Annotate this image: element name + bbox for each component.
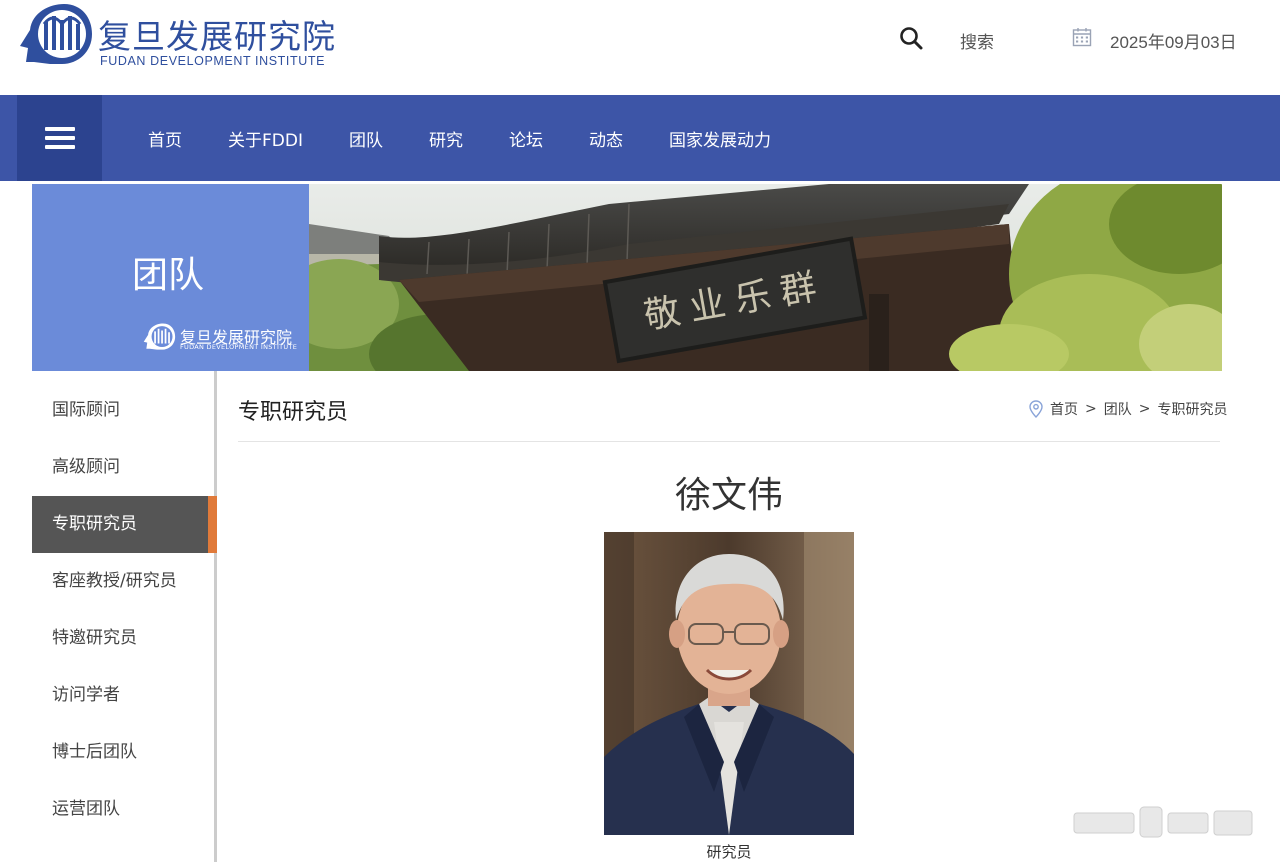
breadcrumb-separator: > — [1138, 401, 1151, 417]
hamburger-menu-icon — [44, 127, 75, 149]
sidebar-menu: 国际顾问 高级顾问 专职研究员 客座教授/研究员 特邀研究员 访问学者 博士后团… — [32, 382, 217, 838]
person-portrait — [604, 532, 854, 835]
person-name: 徐文伟 — [674, 475, 783, 516]
watermark-logo — [1073, 806, 1253, 838]
banner-title-panel: 团队 复旦发展研究院 FUDAN DEVELOPMENT INSTITUTE — [32, 184, 309, 371]
logo-chinese-name: 复旦发展研究院 — [98, 17, 336, 56]
breadcrumb-home[interactable]: 首页 — [1050, 399, 1078, 419]
breadcrumb-current: 专职研究员 — [1157, 402, 1228, 418]
logo-english-name: FUDAN DEVELOPMENT INSTITUTE — [100, 54, 326, 68]
photo-caption: 研究员 — [706, 843, 752, 861]
nav-item-team[interactable]: 团队 — [326, 126, 406, 151]
breadcrumb-separator: > — [1085, 401, 1097, 417]
sidebar-item-postdoc-team[interactable]: 博士后团队 — [32, 724, 216, 781]
banner-title: 团队 — [132, 255, 205, 296]
main-navigation: 首页 关于FDDI 团队 研究 论坛 动态 国家发展动力 — [0, 95, 1280, 181]
banner-gate-photo: 敬业乐群 — [309, 184, 1222, 371]
search-icon[interactable] — [898, 25, 924, 51]
nav-item-about[interactable]: 关于FDDI — [205, 126, 326, 151]
sidebar-item-operations-team[interactable]: 运营团队 — [32, 781, 216, 838]
site-logo[interactable]: 复旦发展研究院 FUDAN DEVELOPMENT INSTITUTE — [16, 2, 346, 72]
nav-item-news[interactable]: 动态 — [566, 126, 646, 151]
current-date: 2025年09月03日 — [1110, 33, 1237, 52]
site-header: 复旦发展研究院 FUDAN DEVELOPMENT INSTITUTE 搜索 2… — [0, 0, 1280, 95]
calendar-icon — [1072, 28, 1092, 47]
nav-items: 首页 关于FDDI 团队 研究 论坛 动态 国家发展动力 — [125, 95, 794, 181]
nav-item-research[interactable]: 研究 — [406, 126, 486, 151]
search-link[interactable]: 搜索 — [960, 28, 994, 53]
fudan-logo-icon — [20, 4, 92, 64]
page-banner: 团队 复旦发展研究院 FUDAN DEVELOPMENT INSTITUTE 敬… — [32, 184, 1222, 371]
fudan-logo-icon — [143, 323, 176, 350]
breadcrumb: 首页 > 团队 > 专职研究员 — [1028, 399, 1227, 419]
banner-logo-english-name: FUDAN DEVELOPMENT INSTITUTE — [180, 343, 298, 351]
breadcrumb-team[interactable]: 团队 — [1104, 399, 1132, 419]
nav-item-home[interactable]: 首页 — [125, 126, 205, 151]
menu-toggle-button[interactable] — [17, 95, 102, 181]
banner-logo: 复旦发展研究院 FUDAN DEVELOPMENT INSTITUTE — [142, 322, 297, 354]
sidebar-item-fulltime-researchers[interactable]: 专职研究员 — [32, 496, 217, 553]
section-title: 专职研究员 — [238, 400, 349, 425]
nav-item-national-development[interactable]: 国家发展动力 — [646, 126, 794, 151]
sidebar-item-senior-advisors[interactable]: 高级顾问 — [32, 439, 216, 496]
content-divider — [238, 441, 1220, 442]
sidebar-item-international-advisors[interactable]: 国际顾问 — [32, 382, 216, 439]
location-pin-icon — [1029, 400, 1043, 418]
nav-item-forum[interactable]: 论坛 — [486, 126, 566, 151]
sidebar-item-visiting-professors[interactable]: 客座教授/研究员 — [32, 553, 216, 610]
sidebar-item-visiting-scholars[interactable]: 访问学者 — [32, 667, 216, 724]
sidebar-item-special-researchers[interactable]: 特邀研究员 — [32, 610, 216, 667]
